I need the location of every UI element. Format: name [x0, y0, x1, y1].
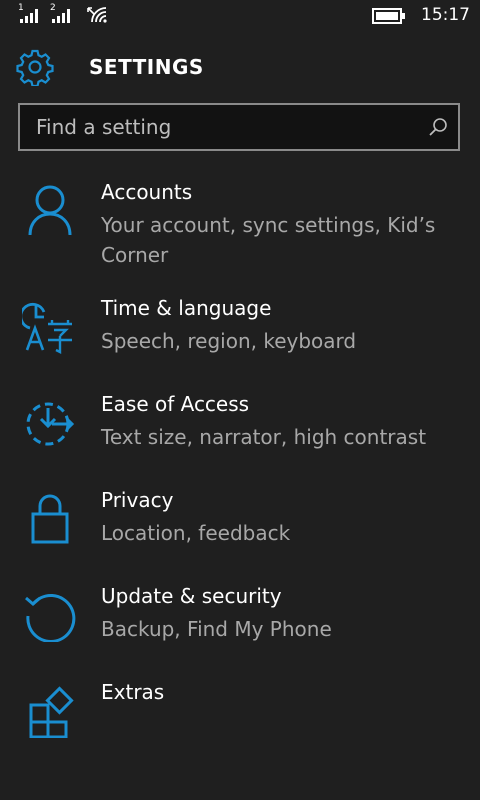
- sim2-signal-icon: 2: [50, 3, 76, 26]
- person-icon: [28, 185, 72, 236]
- settings-item-description: Your account, sync settings, Kid’s Corne…: [101, 213, 436, 267]
- settings-item-privacy[interactable]: Privacy Location, feedback: [0, 488, 480, 558]
- wifi-icon: [87, 7, 107, 23]
- settings-item-title: Accounts: [101, 180, 193, 204]
- ease-of-access-icon: [26, 402, 75, 446]
- settings-item-title: Time & language: [101, 296, 272, 320]
- status-time: 15:17: [421, 5, 470, 25]
- extras-icon: [29, 686, 74, 738]
- sim1-signal-icon: 1: [18, 3, 44, 26]
- settings-item-title: Ease of Access: [101, 392, 250, 416]
- search-box[interactable]: [18, 103, 460, 151]
- search-input[interactable]: [20, 105, 416, 149]
- page-title: SETTINGS: [89, 55, 204, 79]
- status-bar: 1 2 15:17: [0, 0, 480, 32]
- settings-item-description: Text size, narrator, high contrast: [101, 425, 427, 449]
- settings-item-title: Privacy: [101, 488, 174, 512]
- settings-item-update-security[interactable]: Update & security Backup, Find My Phone: [0, 584, 480, 654]
- settings-item-description: Speech, region, keyboard: [101, 329, 357, 353]
- settings-item-time-language[interactable]: Time & language Speech, region, keyboard: [0, 296, 480, 366]
- lock-icon: [31, 494, 69, 544]
- settings-item-accounts[interactable]: Accounts Your account, sync settings, Ki…: [0, 180, 480, 280]
- settings-item-ease-of-access[interactable]: Ease of Access Text size, narrator, high…: [0, 392, 480, 462]
- settings-item-description: Location, feedback: [101, 521, 291, 545]
- settings-item-title: Update & security: [101, 584, 282, 608]
- settings-item-extras[interactable]: Extras: [0, 680, 480, 740]
- time-language-icon: [22, 302, 72, 354]
- battery-icon: [372, 8, 405, 24]
- update-icon: [25, 593, 76, 642]
- search-icon[interactable]: [428, 117, 448, 137]
- gear-icon: [16, 49, 54, 86]
- settings-item-description: Backup, Find My Phone: [101, 617, 332, 641]
- settings-item-title: Extras: [101, 680, 165, 704]
